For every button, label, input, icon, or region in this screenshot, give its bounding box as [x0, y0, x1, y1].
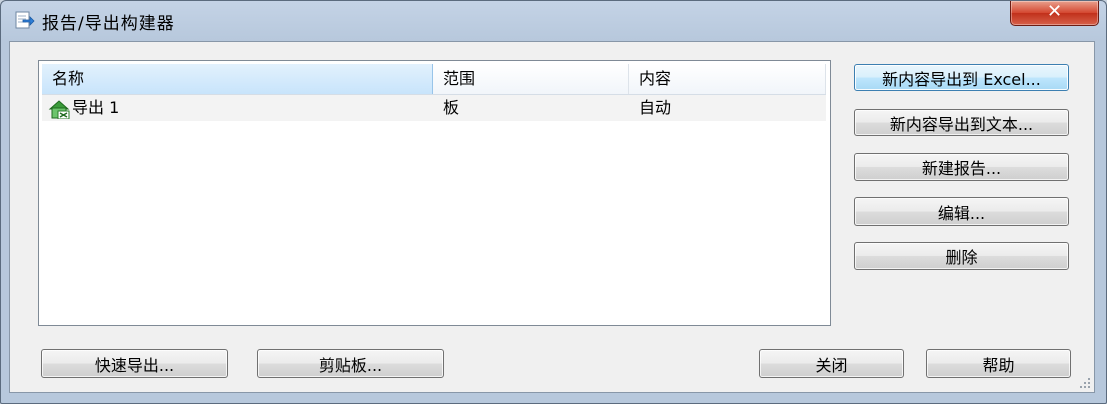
delete-button[interactable]: 删除 — [854, 242, 1069, 270]
table-row[interactable]: 导出 1 板 自动 — [42, 95, 826, 121]
export-list[interactable]: 名称 范围 内容 导出 1 板 自动 — [38, 60, 831, 326]
new-report-button[interactable]: 新建报告... — [854, 153, 1069, 181]
quick-export-button[interactable]: 快速导出... — [41, 349, 228, 378]
edit-button[interactable]: 编辑... — [854, 197, 1069, 226]
resize-grip-icon[interactable] — [1077, 375, 1091, 389]
column-header-scope[interactable]: 范围 — [433, 64, 629, 94]
window-title: 报告/导出构建器 — [42, 14, 175, 34]
column-header-name[interactable]: 名称 — [42, 64, 433, 94]
clipboard-button[interactable]: 剪贴板... — [257, 349, 444, 378]
help-button[interactable]: 帮助 — [926, 349, 1071, 378]
row-name: 导出 1 — [72, 98, 120, 117]
close-button[interactable]: 关闭 — [759, 349, 904, 378]
export-window-icon — [15, 11, 35, 29]
close-window-button[interactable]: ✕ — [1010, 1, 1099, 26]
row-content: 自动 — [639, 98, 672, 117]
dialog-client-area: 名称 范围 内容 导出 1 板 自动 新内容导出到 Excel... 新内容导出… — [9, 41, 1095, 393]
export-to-text-button[interactable]: 新内容导出到文本... — [854, 109, 1069, 136]
title-bar[interactable]: 报告/导出构建器 ✕ — [1, 1, 1106, 41]
row-scope: 板 — [443, 98, 460, 117]
dialog-window: 报告/导出构建器 ✕ 名称 范围 内容 导出 1 板 自动 新内容导出到 Exc… — [0, 0, 1107, 404]
list-header: 名称 范围 内容 — [42, 64, 826, 95]
close-icon: ✕ — [1046, 1, 1063, 22]
column-header-content[interactable]: 内容 — [629, 64, 826, 94]
export-to-excel-button[interactable]: 新内容导出到 Excel... — [854, 64, 1069, 91]
export-icon — [48, 100, 70, 119]
